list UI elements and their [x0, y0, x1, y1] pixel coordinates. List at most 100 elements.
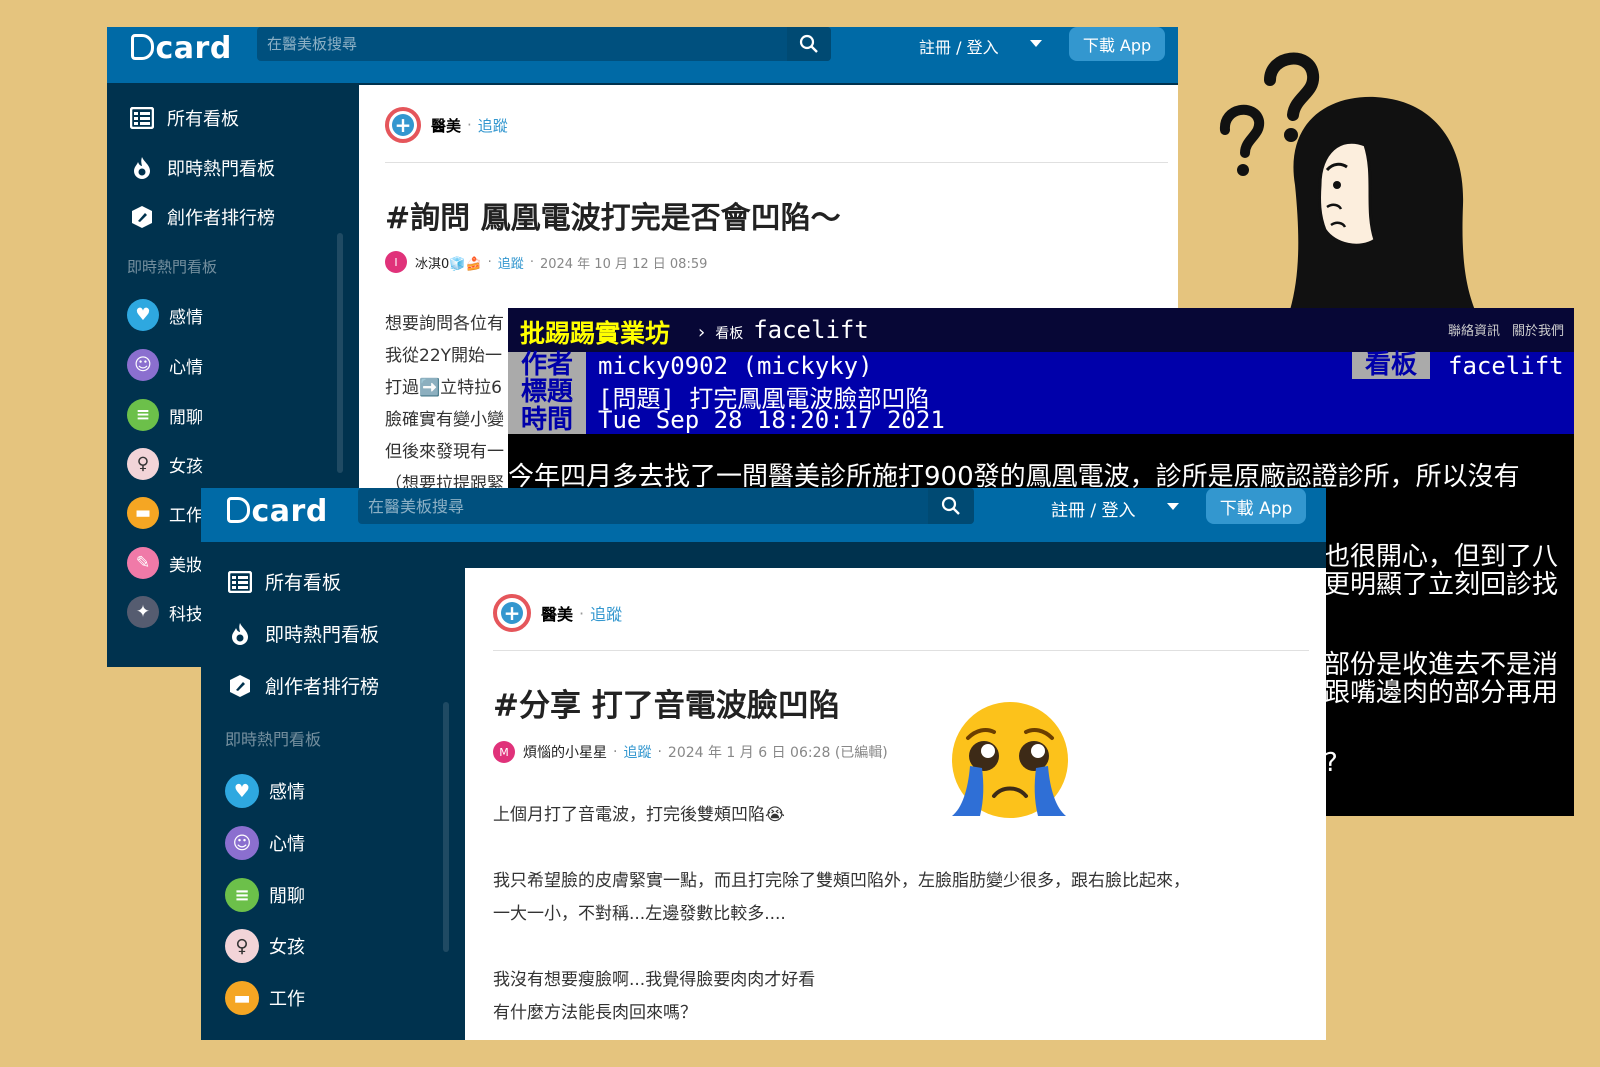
board-item-work[interactable]: ▬ 工作 — [225, 981, 305, 1015]
header-divider — [493, 650, 1309, 651]
sidebar-scrollbar[interactable] — [337, 233, 343, 473]
separator-dot: · — [487, 254, 492, 270]
login-link[interactable]: 註冊 / 登入 — [919, 34, 999, 58]
list-icon — [129, 107, 155, 129]
nav-all-boards[interactable]: 所有看板 — [227, 568, 341, 595]
nav-hot-boards[interactable]: 即時熱門看板 — [129, 155, 275, 181]
download-app-button[interactable]: 下載 App — [1206, 488, 1306, 524]
board-value: facelift — [1448, 352, 1564, 380]
section-heading: 即時熱門看板 — [127, 258, 218, 276]
nav-hot-boards[interactable]: 即時熱門看板 — [227, 620, 379, 647]
breadcrumb-board[interactable]: facelift — [753, 316, 869, 344]
board-label: 感情 — [269, 782, 305, 803]
board-item-chat[interactable]: ≡ 閒聊 — [127, 399, 203, 431]
follow-link[interactable]: 追蹤 — [590, 601, 622, 625]
body-line: 我從22Y開始一 — [385, 346, 503, 366]
separator-dot: · — [467, 116, 472, 134]
post-date: 2024 年 1 月 6 日 06:28 (已編輯) — [667, 745, 888, 761]
board-label: 工作 — [169, 505, 203, 526]
board-label: 美妝 — [169, 555, 203, 576]
board-item-tech[interactable]: ✦ 科技 — [127, 596, 203, 628]
lipstick-icon: ✎ — [127, 547, 159, 579]
board-label: 科技 — [169, 604, 203, 625]
tech-icon: ✦ — [127, 596, 159, 628]
heart-icon: ♥ — [225, 774, 259, 808]
author-name[interactable]: 煩惱的小星星 — [523, 742, 607, 762]
about-link[interactable]: 關於我們 — [1512, 320, 1564, 339]
ptt-top-links: 聯絡資訊 關於我們 — [1448, 320, 1564, 339]
follow-author-link[interactable]: 追蹤 — [623, 742, 651, 762]
post-meta: M 煩惱的小星星 · 追蹤 · 2024 年 1 月 6 日 06:28 (已編… — [493, 741, 888, 763]
board-item-work[interactable]: ▬ 工作 — [127, 497, 203, 529]
board-label: 女孩 — [169, 456, 203, 477]
dcard-logo[interactable]: card — [131, 31, 232, 66]
follow-link[interactable]: 追蹤 — [478, 115, 508, 136]
post-date: 2024 年 10 月 12 日 08:59 — [539, 256, 708, 272]
body-line: 但後來發現有一 — [385, 442, 504, 462]
separator-dot: · — [529, 254, 534, 270]
sidebar-scrollbar[interactable] — [443, 702, 449, 952]
post-meta: I 冰淇0🧊🍰 · 追蹤 · 2024 年 10 月 12 日 08:59 — [385, 251, 707, 273]
author-name[interactable]: 冰淇0🧊🍰 — [415, 253, 482, 272]
board-item-relationship[interactable]: ♥ 感情 — [127, 299, 203, 331]
nav-label: 即時熱門看板 — [265, 624, 380, 646]
dcard-logo[interactable]: card — [227, 494, 328, 529]
nav-creator-ranking[interactable]: 創作者排行榜 — [227, 672, 379, 699]
nav-creator-ranking[interactable]: 創作者排行榜 — [129, 204, 275, 230]
emoji-mood-icon: ☺ — [127, 349, 159, 381]
board-item-relationship[interactable]: ♥ 感情 — [225, 774, 305, 808]
nav-all-boards[interactable]: 所有看板 — [129, 105, 239, 131]
board-label: 心情 — [169, 357, 203, 378]
board-item-chat[interactable]: ≡ 閒聊 — [225, 878, 305, 912]
author-value: micky0902 (mickyky) — [598, 352, 873, 380]
search-input[interactable] — [257, 27, 777, 61]
board-item-girls[interactable]: ♀ 女孩 — [127, 448, 203, 480]
nav-label: 即時熱門看板 — [167, 159, 275, 180]
board-item-makeup[interactable]: ✎ 美妝 — [127, 547, 203, 579]
forum-name[interactable]: 醫美 — [541, 601, 573, 625]
forum-header: 醫美 · 追蹤 — [493, 594, 622, 632]
article-line: 更明顯了立刻回診找 — [1324, 570, 1559, 600]
chat-icon: ≡ — [225, 878, 259, 912]
download-app-button[interactable]: 下載 App — [1069, 27, 1165, 61]
article-line: 跟嘴邊肉的部分再用 — [1324, 678, 1559, 708]
crying-face-icon — [952, 702, 1068, 818]
medical-forum-icon — [493, 594, 531, 632]
search-bar — [257, 27, 831, 61]
body-line: 上個月打了音電波，打完後雙頰凹陷😭 — [493, 805, 785, 825]
search-bar — [358, 488, 974, 524]
breadcrumb-arrow: › — [698, 322, 706, 343]
pen-badge-icon — [129, 205, 155, 229]
login-link[interactable]: 註冊 / 登入 — [1051, 496, 1136, 521]
board-label: 閒聊 — [169, 407, 203, 428]
chevron-down-icon[interactable] — [1167, 503, 1179, 510]
body-line: 臉確實有變小變 — [385, 410, 504, 430]
girl-icon: ♀ — [225, 929, 259, 963]
board-item-mood[interactable]: ☺ 心情 — [127, 349, 203, 381]
header-divider — [385, 162, 1168, 163]
board-label: 閒聊 — [269, 886, 305, 907]
search-icon — [799, 34, 818, 53]
board-item-girls[interactable]: ♀ 女孩 — [225, 929, 305, 963]
avatar[interactable]: I — [385, 251, 407, 273]
ptt-navbar: 批踢踢實業坊 › 看板 facelift 聯絡資訊 關於我們 — [508, 308, 1574, 352]
ptt-logo[interactable]: 批踢踢實業坊 — [520, 314, 670, 350]
body-line: 一大一小，不對稱...左邊發數比較多.... — [493, 904, 786, 924]
forum-header: 醫美 · 追蹤 — [385, 107, 508, 143]
question-marks-girl-icon — [1220, 52, 1475, 310]
board-label: 看板 — [1352, 352, 1430, 379]
board-label: 心情 — [269, 834, 305, 855]
chevron-down-icon[interactable] — [1030, 40, 1042, 47]
search-input[interactable] — [358, 488, 918, 524]
search-button[interactable] — [787, 27, 831, 61]
forum-name[interactable]: 醫美 — [431, 115, 461, 136]
search-button[interactable] — [928, 488, 974, 524]
follow-author-link[interactable]: 追蹤 — [498, 253, 524, 272]
avatar[interactable]: M — [493, 741, 515, 763]
post-panel: 醫美 · 追蹤 #分享 打了音電波臉凹陷 M 煩惱的小星星 · 追蹤 · 202… — [465, 568, 1326, 1040]
briefcase-icon: ▬ — [127, 497, 159, 529]
board-item-mood[interactable]: ☺ 心情 — [225, 826, 305, 860]
board-label: 感情 — [169, 307, 203, 328]
girl-icon: ♀ — [127, 448, 159, 480]
contact-link[interactable]: 聯絡資訊 — [1448, 320, 1500, 339]
